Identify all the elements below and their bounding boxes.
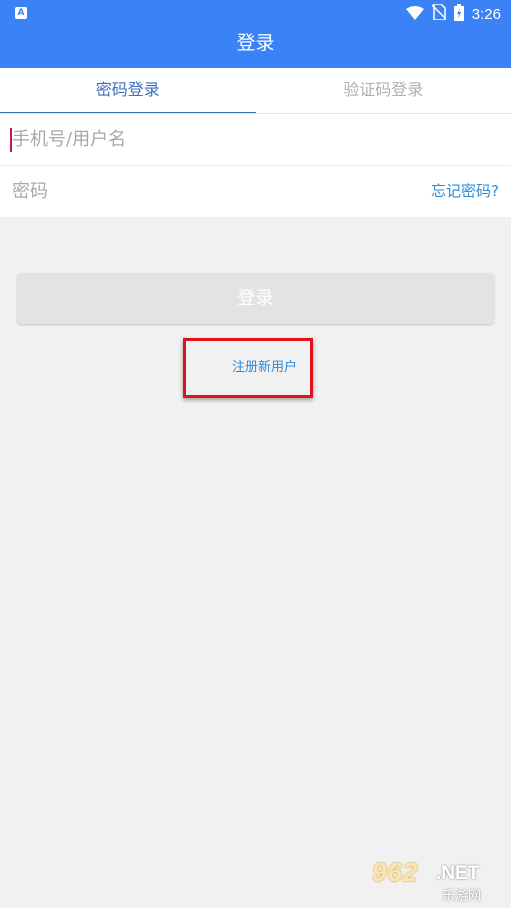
- no-sim-icon: [431, 3, 447, 24]
- tab-code-login[interactable]: 验证码登录: [256, 68, 511, 114]
- register-highlight-box: 注册新用户: [183, 338, 313, 398]
- page-title: 登录: [236, 32, 275, 54]
- text-cursor: [10, 128, 12, 152]
- app-bar: 登录: [0, 28, 511, 68]
- register-link[interactable]: 注册新用户: [232, 360, 297, 376]
- tab-label: 密码登录: [95, 80, 160, 99]
- app-notification-icon: A: [15, 7, 27, 19]
- status-icons: 3:26: [405, 0, 501, 28]
- login-button[interactable]: 登录: [17, 273, 494, 324]
- watermark-brand: 962: [372, 857, 419, 887]
- tab-label: 验证码登录: [343, 80, 424, 99]
- forgot-password-link[interactable]: 忘记密码?: [431, 166, 499, 217]
- wifi-icon: [405, 5, 424, 24]
- password-placeholder: 密码: [12, 181, 48, 202]
- login-tabs: 密码登录 验证码登录: [0, 68, 511, 114]
- username-field[interactable]: 手机号/用户名: [0, 114, 511, 165]
- watermark-logo: 962 .NET 乐游网: [372, 857, 506, 904]
- password-field[interactable]: 密码 忘记密码?: [0, 166, 511, 217]
- watermark-suffix: .NET: [436, 863, 480, 884]
- status-bar: A 3:26: [0, 0, 511, 28]
- watermark-subtitle: 乐游网: [442, 889, 482, 904]
- username-placeholder: 手机号/用户名: [12, 129, 127, 150]
- tab-password-login[interactable]: 密码登录: [0, 68, 256, 114]
- battery-icon: [453, 3, 464, 25]
- clock-time: 3:26: [471, 5, 501, 23]
